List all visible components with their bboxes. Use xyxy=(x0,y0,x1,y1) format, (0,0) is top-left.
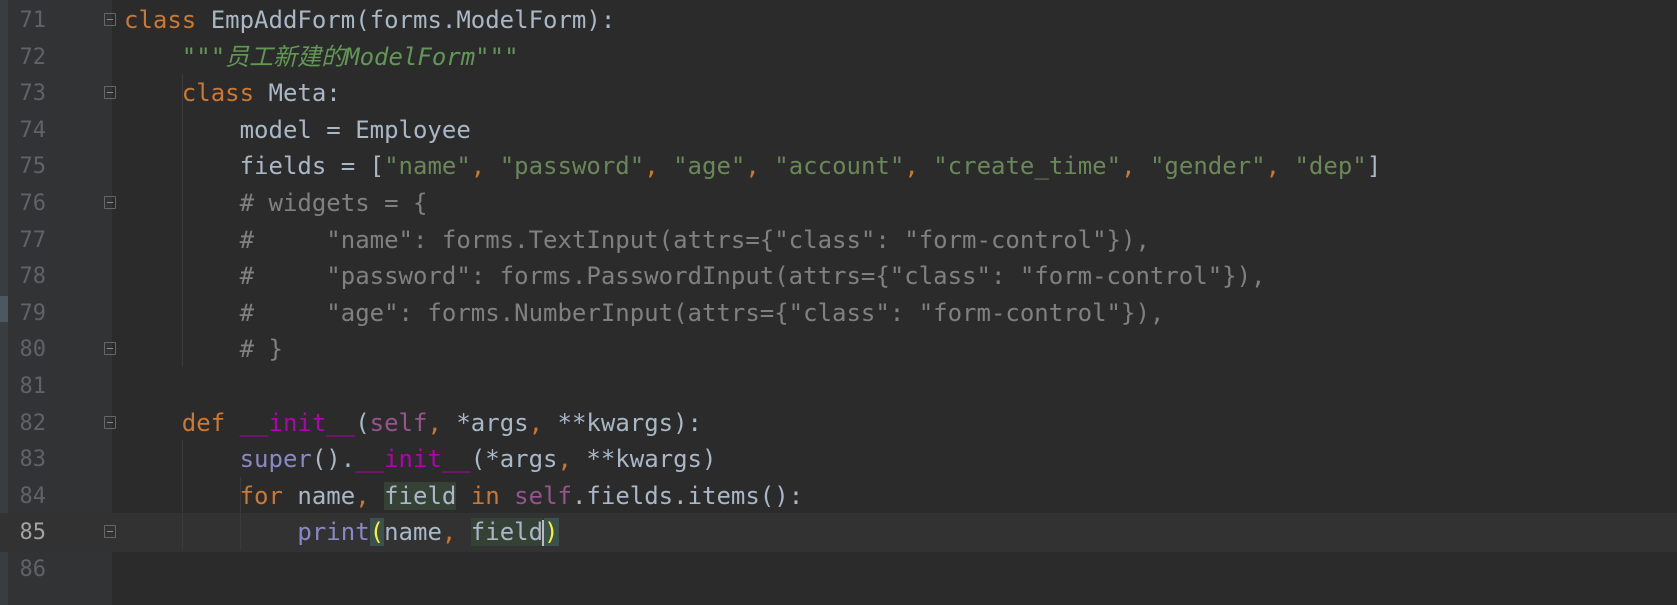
code-editor[interactable]: 71 class EmpAddForm(forms.ModelForm): 72 "… xyxy=(0,0,1677,605)
indent-guide xyxy=(181,74,183,367)
fold-marker-icon[interactable] xyxy=(104,13,116,26)
code-text: super().__init__(*args, **kwargs) xyxy=(239,445,717,474)
code-line[interactable]: 72 """员工新建的ModelForm""" xyxy=(0,38,1677,77)
line-number: 78 xyxy=(19,264,47,290)
code-text: print(name, field) xyxy=(297,518,559,547)
line-number: 75 xyxy=(19,154,47,180)
line-number: 84 xyxy=(19,483,47,509)
code-text: # } xyxy=(239,335,283,364)
line-number: 71 xyxy=(19,8,47,33)
code-text: for name, field in self.fields.items(): xyxy=(239,481,804,510)
code-line[interactable]: 81 xyxy=(0,367,1677,406)
code-line[interactable]: 82 def __init__(self, *args, **kwargs): xyxy=(0,404,1677,443)
code-line[interactable]: 77 # "name": forms.TextInput(attrs={"cla… xyxy=(0,221,1677,260)
code-line[interactable]: 84 for name, field in self.fields.items(… xyxy=(0,477,1677,516)
fold-marker-icon[interactable] xyxy=(104,196,116,209)
line-number: 72 xyxy=(19,44,47,70)
code-line[interactable]: 83 super().__init__(*args, **kwargs) xyxy=(0,440,1677,479)
code-line[interactable]: 78 # "password": forms.PasswordInput(att… xyxy=(0,257,1677,296)
line-number: 79 xyxy=(19,300,47,326)
code-text: # widgets = { xyxy=(239,189,428,217)
line-number: 76 xyxy=(19,191,47,216)
code-text: """员工新建的ModelForm""" xyxy=(181,42,519,71)
line-number: 81 xyxy=(19,374,47,399)
fold-marker-icon[interactable] xyxy=(104,86,116,100)
line-number: 73 xyxy=(19,81,47,107)
code-line[interactable]: 73 class Meta: xyxy=(0,74,1677,113)
code-line[interactable]: 86 xyxy=(0,550,1677,589)
line-number: 77 xyxy=(19,227,47,253)
code-line[interactable]: 85 print(name, field) xyxy=(0,513,1677,553)
line-number: 83 xyxy=(19,447,47,473)
code-text: # "name": forms.TextInput(attrs={"class"… xyxy=(239,225,1150,254)
indent-guide xyxy=(181,440,183,550)
line-number: 80 xyxy=(19,337,47,363)
code-text: def __init__(self, *args, **kwargs): xyxy=(181,408,703,437)
fold-marker-icon[interactable] xyxy=(104,342,116,356)
line-number: 82 xyxy=(19,410,47,436)
fold-marker-icon[interactable] xyxy=(104,525,116,539)
line-number: 74 xyxy=(19,117,47,143)
code-text: class Meta: xyxy=(181,79,341,108)
code-text: class EmpAddForm(forms.ModelForm): xyxy=(124,6,616,34)
code-text: fields = ["name", "password", "age", "ac… xyxy=(239,152,1382,181)
fold-marker-icon[interactable] xyxy=(104,415,116,429)
code-text: # "age": forms.NumberInput(attrs={"class… xyxy=(239,298,1165,327)
code-line[interactable]: 71 class EmpAddForm(forms.ModelForm): xyxy=(0,1,1677,40)
code-line[interactable]: 80 # } xyxy=(0,330,1677,369)
code-line[interactable]: 76 # widgets = { xyxy=(0,184,1677,223)
code-line[interactable]: 75 fields = ["name", "password", "age", … xyxy=(0,147,1677,186)
line-number: 85 xyxy=(19,520,47,546)
code-text: # "password": forms.PasswordInput(attrs=… xyxy=(239,262,1266,291)
code-text: model = Employee xyxy=(239,115,471,144)
code-line[interactable]: 79 # "age": forms.NumberInput(attrs={"cl… xyxy=(0,294,1677,333)
code-line[interactable]: 74 model = Employee xyxy=(0,111,1677,150)
indent-guide xyxy=(239,476,241,550)
line-number: 86 xyxy=(19,557,47,582)
